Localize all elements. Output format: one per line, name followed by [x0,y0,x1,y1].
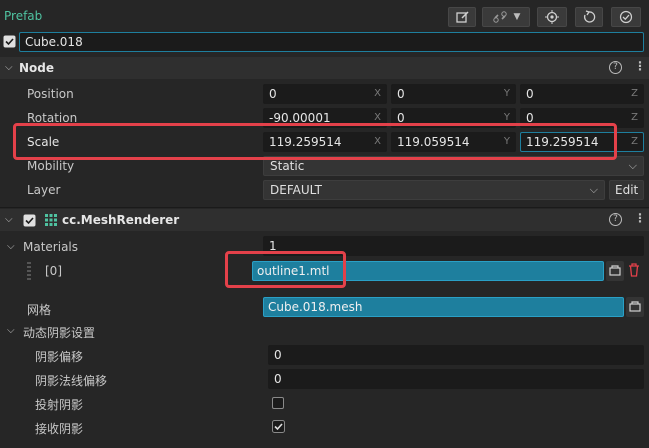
cast-shadow-checkbox[interactable] [272,397,284,409]
node-section-title: Node [19,61,55,75]
chevron-down-icon: ⌵ [589,183,598,196]
materials-collapse-icon[interactable]: ⌵ [7,241,15,252]
node-menu-icon[interactable]: ⋮ [634,59,646,73]
edit-button[interactable] [448,7,476,27]
shadow-group-label: 动态阴影设置 [23,326,96,340]
mobility-label: Mobility [27,159,75,173]
shadow-bias-input[interactable]: 0 [268,345,644,365]
material-highlight-box [225,251,346,288]
folder-icon [629,301,641,312]
meshrenderer-title: cc.MeshRenderer [62,213,180,227]
receive-shadow-label: 接收阴影 [35,422,84,436]
position-x-input[interactable]: 0X [263,84,387,104]
material-locate-button[interactable] [606,261,624,281]
drag-handle-icon[interactable] [27,262,31,280]
node-name-input[interactable]: Cube.018 [19,32,644,52]
chevron-down-icon: ▼ [513,12,521,22]
material-index-label: [0] [45,264,62,278]
layer-select[interactable]: DEFAULT ⌵ [263,180,605,200]
locate-button[interactable] [537,7,567,27]
shadow-normal-bias-label: 阴影法线偏移 [35,374,108,388]
prefab-title: Prefab [4,9,43,23]
materials-label: Materials [23,240,79,254]
node-active-checkbox[interactable] [3,35,16,51]
shadow-normal-bias-input[interactable]: 0 [268,369,644,389]
layer-label: Layer [27,183,61,197]
node-help-icon[interactable]: ? [609,61,622,74]
node-section-header[interactable] [0,57,649,79]
mesh-locate-button[interactable] [626,297,644,317]
scale-highlight-box [13,123,617,160]
mesh-asset-field[interactable]: Cube.018.mesh [263,297,624,317]
edit-icon [456,11,469,23]
position-y-input[interactable]: 0Y [391,84,516,104]
node-collapse-icon[interactable]: ⌵ [5,62,13,73]
unlink-button[interactable]: ▼ [482,7,530,27]
shadow-bias-label: 阴影偏移 [35,350,84,364]
unlink-icon [492,11,507,23]
meshrenderer-menu-icon[interactable]: ⋮ [634,211,646,225]
chevron-down-icon: ⌵ [628,159,637,172]
folder-icon [609,265,621,276]
meshrenderer-grid-icon [45,214,57,229]
position-z-input[interactable]: 0Z [520,84,644,104]
meshrenderer-enabled-checkbox[interactable] [23,214,36,230]
shadow-collapse-icon[interactable]: ⌵ [7,325,15,336]
locate-icon [545,10,559,24]
trash-icon[interactable] [628,263,640,280]
mesh-label: 网格 [27,303,52,317]
meshrenderer-help-icon[interactable]: ? [609,213,622,226]
position-label: Position [27,87,74,101]
cast-shadow-label: 投射阴影 [35,398,84,412]
layer-edit-button[interactable]: Edit [609,180,644,200]
apply-button[interactable] [611,7,641,27]
revert-icon [583,10,596,23]
receive-shadow-checkbox[interactable] [272,420,285,436]
revert-button[interactable] [575,7,603,27]
meshrenderer-collapse-icon[interactable]: ⌵ [5,214,13,225]
apply-check-icon [619,10,633,24]
